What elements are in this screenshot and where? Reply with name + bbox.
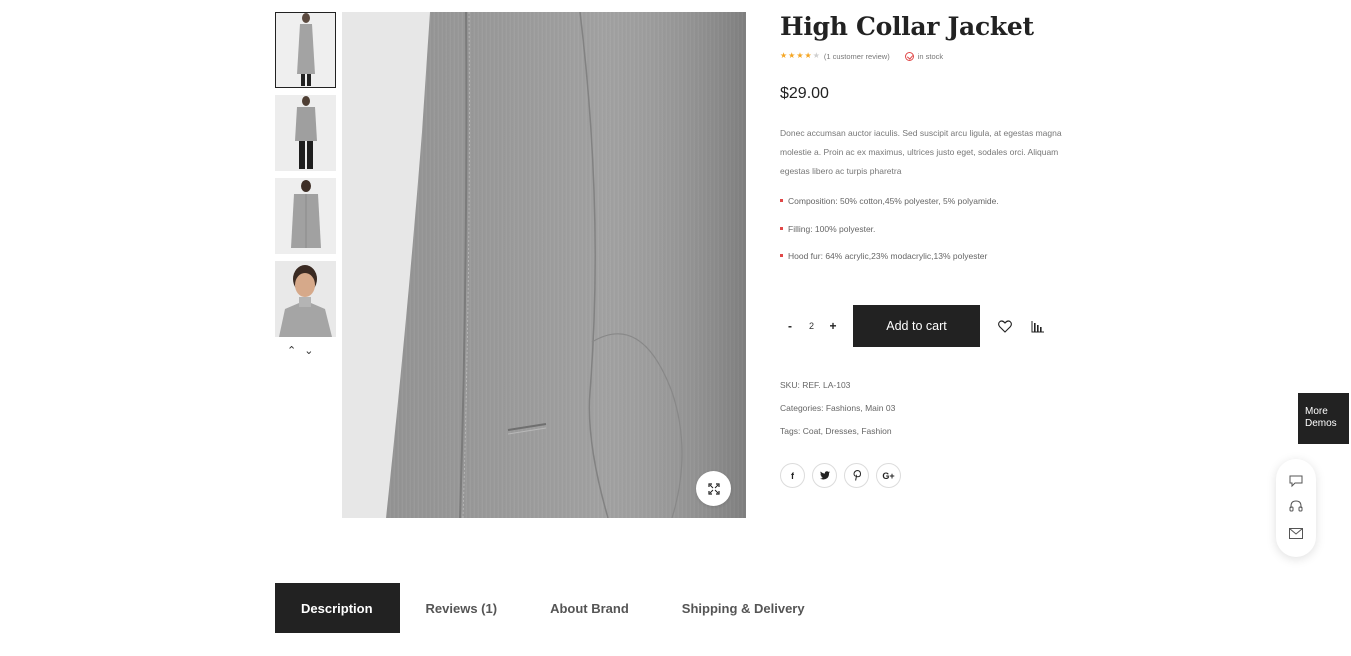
main-product-image[interactable] xyxy=(342,12,746,518)
quantity-stepper: - + xyxy=(780,319,853,333)
star-icon: ★ xyxy=(796,51,804,60)
star-icon: ★ xyxy=(804,51,812,60)
sku-row: SKU: REF. LA-103 xyxy=(780,374,895,397)
share-twitter-button[interactable] xyxy=(812,463,837,488)
tags-label: Tags: xyxy=(780,426,801,436)
tag-link[interactable]: Coat xyxy=(803,426,821,436)
headset-icon xyxy=(1289,500,1303,512)
tags-row: Tags: Coat, Dresses, Fashion xyxy=(780,426,892,436)
star-rating: ★ ★ ★ ★ ★ xyxy=(780,51,820,61)
tab-about-brand[interactable]: About Brand xyxy=(550,583,629,633)
chevron-up-icon[interactable]: ⌃ xyxy=(287,344,296,358)
pinterest-icon xyxy=(852,470,861,481)
email-button[interactable] xyxy=(1288,525,1304,541)
quantity-plus-button[interactable]: + xyxy=(823,319,843,333)
rating-row: ★ ★ ★ ★ ★ (1 customer review) in stock xyxy=(780,50,1080,62)
google-plus-icon: G+ xyxy=(882,470,895,481)
more-demos-line1: More xyxy=(1305,406,1328,417)
product-price: $29.00 xyxy=(780,85,829,102)
mail-icon xyxy=(1289,527,1303,539)
stock-status: in stock xyxy=(904,51,944,61)
sku-value: REF. LA-103 xyxy=(802,380,851,390)
thumbnail-1-image xyxy=(275,12,336,88)
coat-closeup-image xyxy=(342,12,746,518)
thumbnail-2-image xyxy=(275,95,336,171)
heart-icon xyxy=(998,319,1012,333)
feature-list: Composition: 50% cotton,45% polyester, 5… xyxy=(780,195,1080,278)
more-demos-button[interactable]: More Demos xyxy=(1298,393,1349,444)
product-meta: SKU: REF. LA-103 Categories: Fashions, M… xyxy=(780,374,895,443)
bar-chart-icon xyxy=(1031,320,1044,332)
share-facebook-button[interactable]: f xyxy=(780,463,805,488)
product-summary: High Collar Jacket ★ ★ ★ ★ ★ (1 customer… xyxy=(780,10,1080,278)
thumbnail-3[interactable] xyxy=(275,178,336,254)
tag-link[interactable]: Fashion xyxy=(861,426,891,436)
check-circle-icon xyxy=(904,51,914,61)
category-link[interactable]: Fashions xyxy=(826,403,861,413)
product-title: High Collar Jacket xyxy=(780,12,1034,41)
add-to-cart-button[interactable]: Add to cart xyxy=(853,305,980,347)
star-icon: ★ xyxy=(812,51,820,60)
thumbnail-gallery xyxy=(275,12,336,344)
share-buttons: f G+ xyxy=(780,463,901,488)
twitter-icon xyxy=(819,471,830,480)
feature-item: Filling: 100% polyester. xyxy=(780,223,1080,251)
review-count-link[interactable]: (1 customer review) xyxy=(824,52,890,61)
tab-description[interactable]: Description xyxy=(275,583,400,633)
product-description: Donec accumsan auctor iaculis. Sed susci… xyxy=(780,128,1062,176)
thumbnail-4-image xyxy=(275,261,336,337)
feature-item: Hood fur: 64% acrylic,23% modacrylic,13%… xyxy=(780,250,1080,278)
thumbnail-3-image xyxy=(275,178,336,254)
tab-shipping-delivery[interactable]: Shipping & Delivery xyxy=(682,583,805,633)
category-link[interactable]: Main 03 xyxy=(865,403,895,413)
star-icon: ★ xyxy=(780,51,788,60)
quantity-minus-button[interactable]: - xyxy=(780,319,800,333)
facebook-icon: f xyxy=(791,470,794,481)
chat-icon xyxy=(1289,475,1303,487)
share-google-plus-button[interactable]: G+ xyxy=(876,463,901,488)
floating-contact-bar xyxy=(1276,459,1316,557)
compare-button[interactable] xyxy=(1030,318,1046,334)
thumbnail-2[interactable] xyxy=(275,95,336,171)
categories-row: Categories: Fashions, Main 03 xyxy=(780,403,896,413)
chat-button[interactable] xyxy=(1288,473,1304,489)
quantity-input[interactable] xyxy=(800,321,823,331)
thumbnail-1[interactable] xyxy=(275,12,336,88)
thumbnail-nav: ⌃ ⌄ xyxy=(287,344,313,358)
stock-text: in stock xyxy=(917,51,944,61)
feature-item: Composition: 50% cotton,45% polyester, 5… xyxy=(780,195,1080,223)
categories-label: Categories: xyxy=(780,403,824,413)
share-pinterest-button[interactable] xyxy=(844,463,869,488)
chevron-down-icon[interactable]: ⌄ xyxy=(304,344,313,358)
product-tabs: Description Reviews (1) About Brand Ship… xyxy=(275,583,805,633)
thumbnail-4[interactable] xyxy=(275,261,336,337)
zoom-button[interactable] xyxy=(696,471,731,506)
cart-row: - + Add to cart xyxy=(780,305,1046,347)
sku-label: SKU: xyxy=(780,380,800,390)
support-button[interactable] xyxy=(1288,499,1304,515)
star-icon: ★ xyxy=(788,51,796,60)
tag-link[interactable]: Dresses xyxy=(825,426,856,436)
tab-reviews[interactable]: Reviews (1) xyxy=(426,583,498,633)
more-demos-line2: Demos xyxy=(1305,418,1337,429)
wishlist-button[interactable] xyxy=(997,318,1013,334)
expand-icon xyxy=(707,482,720,495)
